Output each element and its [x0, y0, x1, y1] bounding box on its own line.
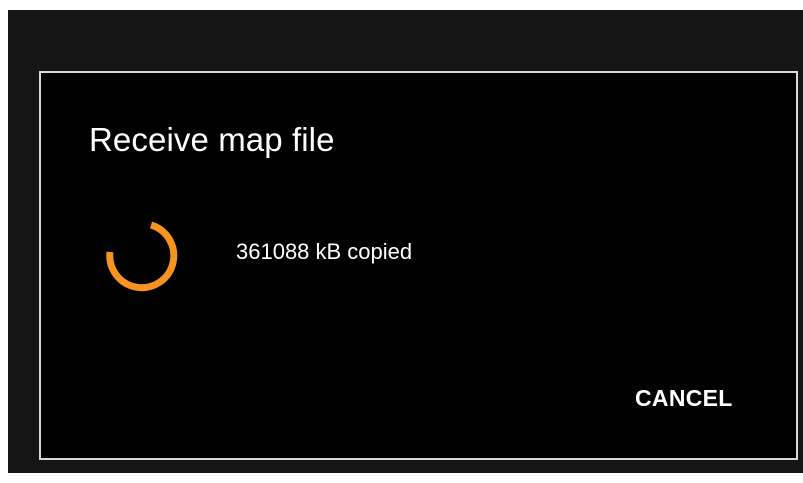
copy-progress-text: 361088 kB copied — [236, 239, 413, 264]
dialog-title: Receive map file — [89, 121, 335, 158]
cancel-button[interactable]: CANCEL — [625, 381, 743, 416]
receive-map-file-dialog: Receive map file 361088 kB copied CANCEL — [39, 71, 798, 460]
app-screen: Receive map file 361088 kB copied CANCEL — [8, 10, 803, 473]
progress-spinner-icon — [106, 221, 178, 292]
